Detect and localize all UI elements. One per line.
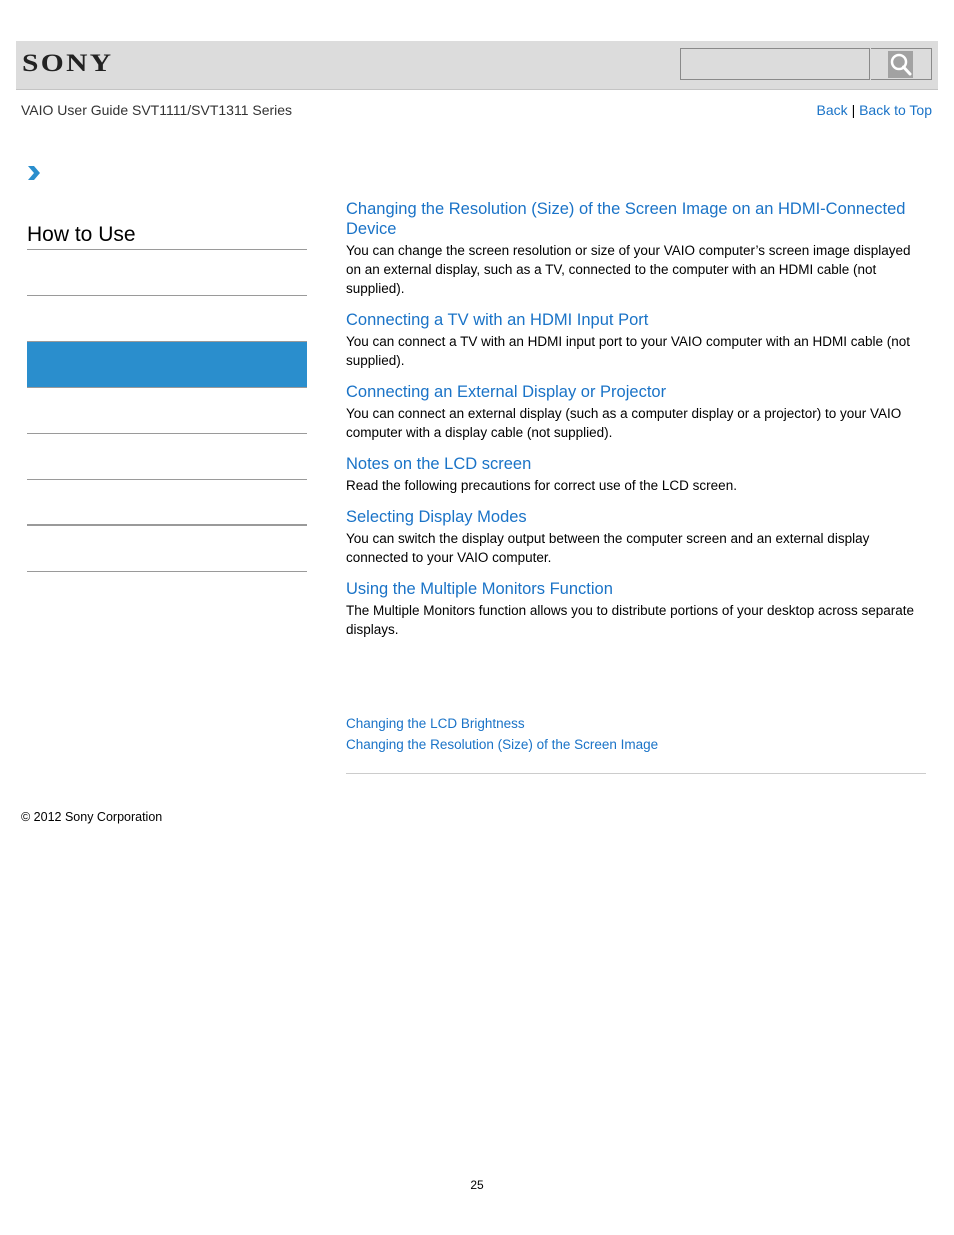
chevron-right-icon[interactable] xyxy=(26,164,42,182)
back-link[interactable]: Back xyxy=(817,102,848,118)
topic-link[interactable]: Using the Multiple Monitors Function xyxy=(346,579,926,599)
topic-entry: Connecting an External Display or Projec… xyxy=(346,382,926,442)
topic-list: Changing the Resolution (Size) of the Sc… xyxy=(346,199,926,651)
topic-link[interactable]: Notes on the LCD screen xyxy=(346,454,926,474)
search-input[interactable] xyxy=(680,48,870,80)
topic-entry: Notes on the LCD screen Read the followi… xyxy=(346,454,926,495)
page-number: 25 xyxy=(470,1178,484,1192)
back-to-top-link[interactable]: Back to Top xyxy=(859,102,932,118)
content-divider xyxy=(346,773,926,774)
related-link[interactable]: Changing the Resolution (Size) of the Sc… xyxy=(346,734,658,755)
sidebar-item[interactable] xyxy=(27,296,307,342)
sidebar-item[interactable] xyxy=(27,434,307,480)
topic-link[interactable]: Connecting a TV with an HDMI Input Port xyxy=(346,310,926,330)
topic-entry: Using the Multiple Monitors Function The… xyxy=(346,579,926,639)
search-button[interactable] xyxy=(871,48,932,80)
top-nav-links: Back | Back to Top xyxy=(817,102,932,118)
topic-description: You can change the screen resolution or … xyxy=(346,243,911,296)
sidebar-item[interactable] xyxy=(27,250,307,296)
copyright: © 2012 Sony Corporation xyxy=(21,810,163,824)
sidebar-item-active[interactable] xyxy=(27,341,307,388)
topic-link[interactable]: Connecting an External Display or Projec… xyxy=(346,382,926,402)
topic-link[interactable]: Changing the Resolution (Size) of the Sc… xyxy=(346,199,926,239)
sidebar-title: How to Use xyxy=(27,221,307,250)
topic-description: You can connect an external display (suc… xyxy=(346,406,902,440)
search-icon xyxy=(888,51,913,78)
topic-description: Read the following precautions for corre… xyxy=(346,478,737,493)
related-links: Changing the LCD Brightness Changing the… xyxy=(346,713,658,755)
topic-description: You can switch the display output betwee… xyxy=(346,531,870,565)
topic-link[interactable]: Selecting Display Modes xyxy=(346,507,926,527)
topic-description: The Multiple Monitors function allows yo… xyxy=(346,603,915,637)
topic-entry: Selecting Display Modes You can switch t… xyxy=(346,507,926,567)
topic-entry: Changing the Resolution (Size) of the Sc… xyxy=(346,199,926,298)
related-link[interactable]: Changing the LCD Brightness xyxy=(346,713,658,734)
link-separator: | xyxy=(851,102,856,118)
sidebar: How to Use xyxy=(27,221,307,572)
sony-logo: SONY xyxy=(22,50,114,77)
topic-description: You can connect a TV with an HDMI input … xyxy=(346,334,911,368)
topic-entry: Connecting a TV with an HDMI Input Port … xyxy=(346,310,926,370)
sidebar-item[interactable] xyxy=(27,526,307,572)
sidebar-item[interactable] xyxy=(27,388,307,434)
guide-title: VAIO User Guide SVT1111/SVT1311 Series xyxy=(21,102,293,118)
sidebar-item[interactable] xyxy=(27,480,307,526)
